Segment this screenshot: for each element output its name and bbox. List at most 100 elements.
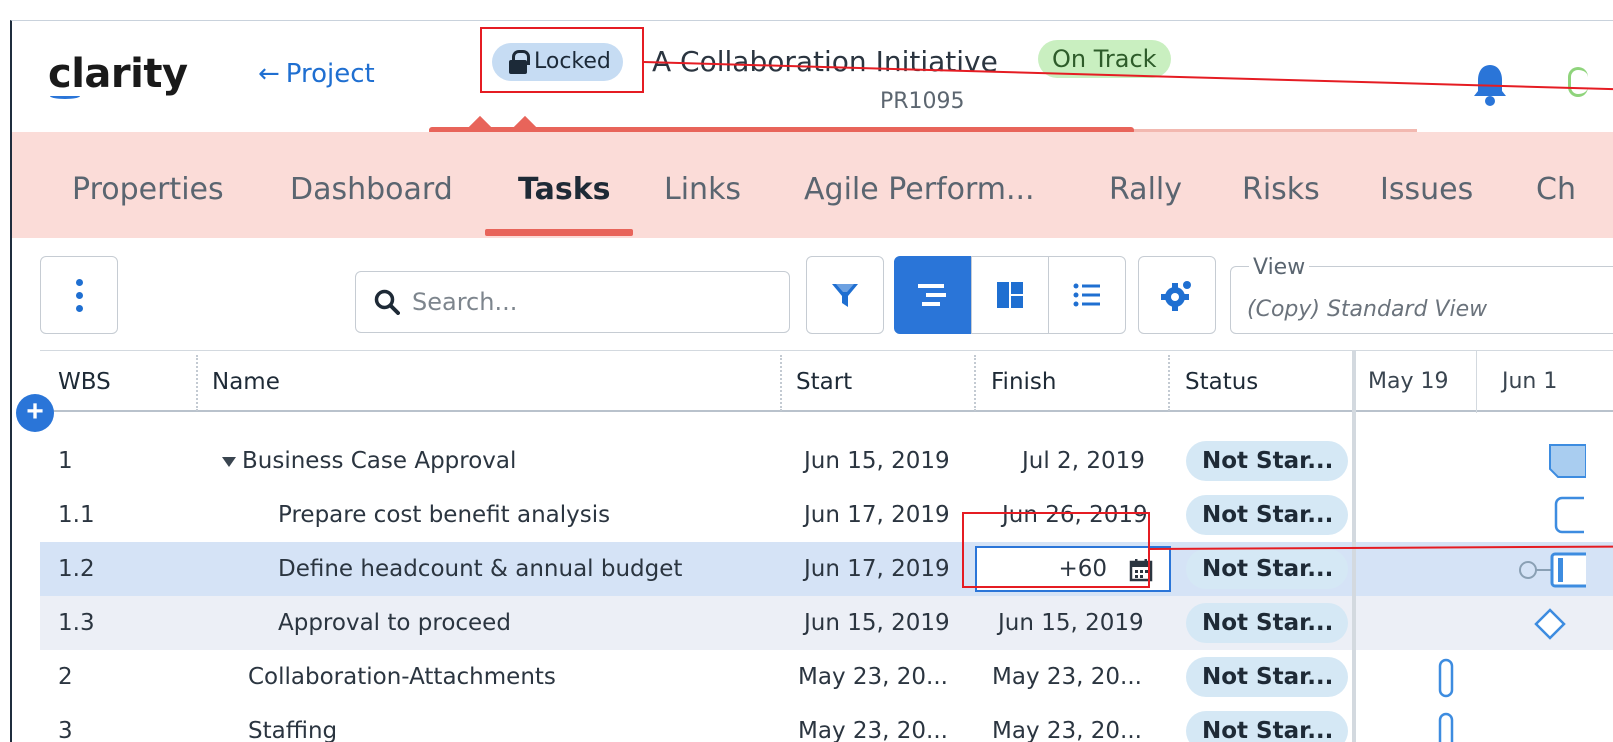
gantt-header-may: May 19 xyxy=(1368,369,1449,394)
finish-cell[interactable]: Jun 15, 2019 xyxy=(998,610,1144,636)
tab-risks[interactable]: Risks xyxy=(1242,172,1320,207)
tab-changes[interactable]: Ch xyxy=(1536,172,1576,207)
tab-dashboard[interactable]: Dashboard xyxy=(290,172,453,207)
tab-bar: Properties Dashboard Tasks Links Agile P… xyxy=(12,132,1613,238)
view-value: (Copy) Standard View xyxy=(1247,297,1488,322)
back-link-label: Project xyxy=(285,59,375,89)
board-view-button[interactable] xyxy=(971,256,1049,334)
gantt-header-jun: Jun 1 xyxy=(1502,369,1558,394)
gantt-view-button[interactable] xyxy=(894,256,972,334)
tab-links[interactable]: Links xyxy=(664,172,741,207)
start-cell[interactable]: May 23, 20... xyxy=(798,664,948,690)
column-header-name[interactable]: Name xyxy=(212,369,280,395)
user-avatar-edge[interactable] xyxy=(1568,67,1588,97)
name-cell[interactable]: Define headcount & annual budget xyxy=(278,556,682,582)
status-badge[interactable]: Not Star... xyxy=(1186,549,1348,589)
view-label: View xyxy=(1249,255,1310,280)
annotation-box-locked xyxy=(480,27,644,93)
column-separator xyxy=(1168,355,1170,411)
name-cell[interactable]: Staffing xyxy=(248,718,337,742)
kebab-icon xyxy=(75,278,83,286)
list-view-button[interactable] xyxy=(1048,256,1126,334)
back-to-project-link[interactable]: ← Project xyxy=(258,59,375,89)
arrow-left-icon: ← xyxy=(258,59,280,89)
column-header-finish[interactable]: Finish xyxy=(991,369,1056,395)
task-bar-short[interactable] xyxy=(1438,658,1454,698)
task-bar-selected[interactable] xyxy=(1516,550,1586,590)
tab-tasks[interactable]: Tasks xyxy=(518,172,611,207)
table-row[interactable]: 1.1 Prepare cost benefit analysis Jun 17… xyxy=(40,488,1352,542)
more-actions-button[interactable] xyxy=(40,256,118,334)
gear-icon xyxy=(1161,281,1191,311)
wbs-cell: 3 xyxy=(58,718,73,742)
finish-cell[interactable]: May 23, 20... xyxy=(992,664,1142,690)
status-badge[interactable]: Not Star... xyxy=(1186,495,1348,535)
name-cell[interactable]: Business Case Approval xyxy=(222,448,516,474)
wbs-cell: 1 xyxy=(58,448,73,474)
table-row-selected[interactable]: 1.2 Define headcount & annual budget Jun… xyxy=(40,542,1352,596)
logo-swoosh-icon xyxy=(50,93,80,99)
wbs-cell: 1.1 xyxy=(58,502,95,528)
add-task-button[interactable]: + xyxy=(16,394,54,432)
start-cell[interactable]: Jun 17, 2019 xyxy=(804,556,950,582)
table-row[interactable]: 1.3 Approval to proceed Jun 15, 2019 Jun… xyxy=(40,596,1352,650)
board-view-icon xyxy=(997,282,1023,308)
status-badge[interactable]: Not Star... xyxy=(1186,603,1348,643)
task-bar[interactable] xyxy=(1554,496,1584,534)
view-selector[interactable]: View (Copy) Standard View xyxy=(1230,255,1613,334)
start-cell[interactable]: May 23, 20... xyxy=(798,718,948,742)
kebab-dot xyxy=(75,304,83,312)
list-view-icon xyxy=(1073,283,1100,307)
status-badge[interactable]: Not Star... xyxy=(1186,441,1348,481)
tab-rally[interactable]: Rally xyxy=(1109,172,1182,207)
kebab-dot xyxy=(75,291,83,299)
filter-button[interactable] xyxy=(806,256,884,334)
settings-button[interactable] xyxy=(1138,256,1216,334)
annotation-box-finish xyxy=(962,512,1150,588)
column-separator xyxy=(974,355,976,411)
search-field[interactable] xyxy=(355,271,790,333)
gantt-column-separator xyxy=(1476,351,1477,413)
start-cell[interactable]: Jun 17, 2019 xyxy=(804,502,950,528)
tab-issues[interactable]: Issues xyxy=(1380,172,1473,207)
task-name: Business Case Approval xyxy=(242,448,517,474)
gantt-view-icon xyxy=(918,284,946,306)
status-badge[interactable]: Not Star... xyxy=(1186,711,1348,742)
column-separator xyxy=(780,355,782,411)
wbs-cell: 2 xyxy=(58,664,73,690)
column-separator xyxy=(196,355,198,411)
grid-toolbar: View (Copy) Standard View xyxy=(12,238,1613,350)
finish-cell[interactable]: Jul 2, 2019 xyxy=(1022,448,1145,474)
start-cell[interactable]: Jun 15, 2019 xyxy=(804,448,950,474)
name-cell[interactable]: Collaboration-Attachments xyxy=(248,664,556,690)
table-row[interactable]: 1 Business Case Approval Jun 15, 2019 Ju… xyxy=(40,434,1352,488)
name-cell[interactable]: Approval to proceed xyxy=(278,610,511,636)
status-badge[interactable]: Not Star... xyxy=(1186,657,1348,697)
grid-header: WBS Name Start Finish Status May 19 Jun … xyxy=(16,350,1613,432)
table-row[interactable]: 2 Collaboration-Attachments May 23, 20..… xyxy=(40,650,1352,704)
project-code: PR1095 xyxy=(880,89,965,114)
task-bar-short[interactable] xyxy=(1438,712,1454,742)
collapse-caret-icon[interactable] xyxy=(222,456,236,467)
project-title: A Collaboration Initiative xyxy=(652,45,998,78)
top-margin xyxy=(0,0,1613,20)
summary-bar[interactable] xyxy=(1546,441,1586,481)
search-input[interactable] xyxy=(412,288,772,316)
tab-properties[interactable]: Properties xyxy=(72,172,224,207)
table-row[interactable]: 3 Staffing May 23, 20... May 23, 20... N… xyxy=(40,704,1352,742)
milestone-diamond[interactable] xyxy=(1534,608,1566,640)
column-header-wbs[interactable]: WBS xyxy=(58,369,111,395)
finish-cell[interactable]: May 23, 20... xyxy=(992,718,1142,742)
wbs-cell: 1.2 xyxy=(58,556,95,582)
filter-icon xyxy=(832,284,858,307)
project-header: clarity ← Project Locked A Collaboration … xyxy=(12,21,1613,131)
column-header-status[interactable]: Status xyxy=(1185,369,1258,395)
tab-agile-performance[interactable]: Agile Perform... xyxy=(804,172,1035,207)
start-cell[interactable]: Jun 15, 2019 xyxy=(804,610,950,636)
column-header-start[interactable]: Start xyxy=(796,369,852,395)
search-icon xyxy=(374,289,400,315)
active-tab-indicator xyxy=(485,229,633,236)
name-cell[interactable]: Prepare cost benefit analysis xyxy=(278,502,610,528)
app-window: clarity ← Project Locked A Collaboration … xyxy=(10,20,1613,742)
gantt-row-alt xyxy=(1356,596,1613,650)
